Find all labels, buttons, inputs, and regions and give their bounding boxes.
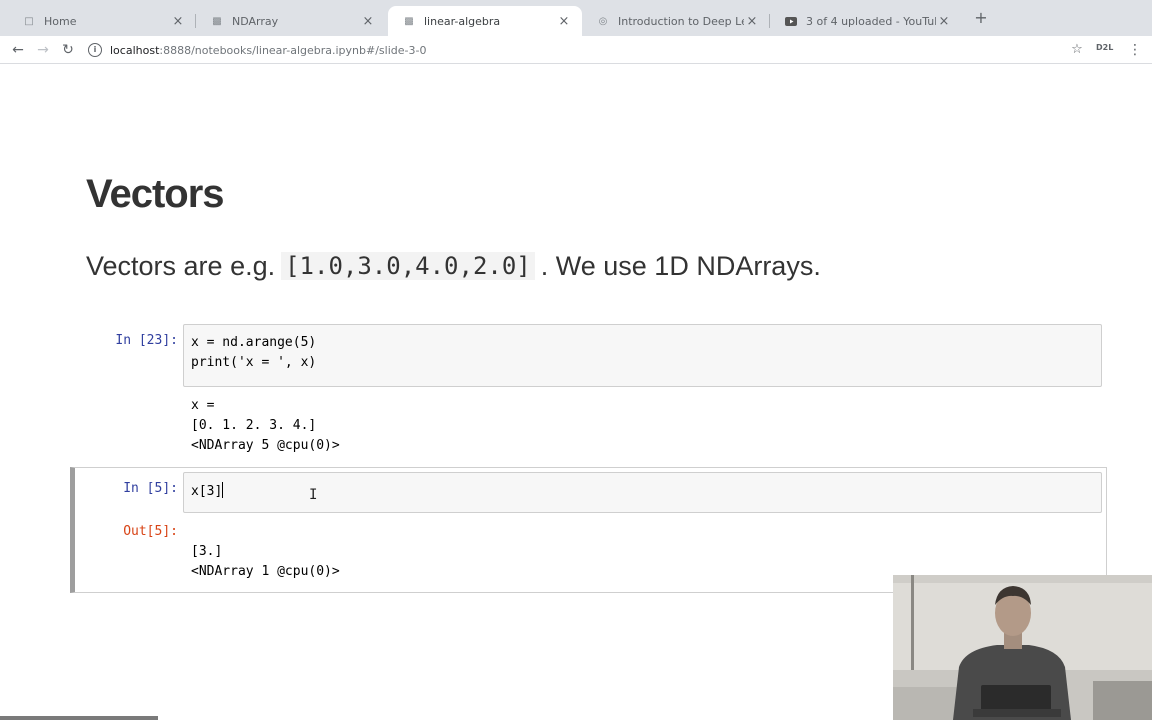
ibeam-cursor-icon: I — [309, 487, 318, 503]
tab-intro-deep-learning[interactable]: ◎ Introduction to Deep Learning × — [582, 6, 770, 36]
presenter-video-frame — [893, 575, 1152, 720]
browser-toolbar: ← → ↻ i localhost:8888/notebooks/linear-… — [0, 36, 1152, 64]
slide-lead-text: Vectors are e.g. [1.0,3.0,4.0,2.0] . We … — [86, 246, 821, 286]
slide-title: Vectors — [86, 172, 225, 216]
tab-title: linear-algebra — [424, 14, 501, 28]
close-icon[interactable]: × — [556, 14, 572, 29]
youtube-icon — [784, 14, 798, 28]
url-path: :8888/notebooks/linear-algebra.ipynb#/sl… — [159, 43, 427, 57]
notebook-icon: ▩ — [212, 15, 222, 27]
cell-output: [3.] <NDArray 1 @cpu(0)> — [191, 544, 340, 579]
tab-linear-algebra[interactable]: ▩ linear-algebra × — [388, 6, 582, 36]
tab-title: Home — [44, 14, 77, 28]
code-text[interactable]: x = nd.arange(5) print('x = ', x) — [191, 333, 316, 373]
close-icon[interactable]: × — [936, 14, 952, 29]
address-bar[interactable]: i localhost:8888/notebooks/linear-algebr… — [88, 38, 1088, 62]
info-icon[interactable]: i — [88, 43, 102, 57]
tab-home[interactable]: □ Home × — [8, 6, 196, 36]
lead-code: [1.0,3.0,4.0,2.0] — [281, 252, 535, 280]
new-tab-icon[interactable]: + — [972, 9, 990, 27]
lead-suffix: . We use 1D NDArrays. — [540, 250, 821, 281]
bookmark-star-icon[interactable]: ☆ — [1068, 40, 1086, 60]
notebook-icon: ▩ — [404, 15, 414, 27]
close-icon[interactable]: × — [170, 14, 186, 29]
tab-youtube[interactable]: 3 of 4 uploaded - YouTube × — [770, 6, 962, 36]
reload-icon[interactable]: ↻ — [58, 40, 78, 60]
input-prompt: In [23]: — [115, 333, 178, 348]
menu-icon[interactable]: ⋮ — [1128, 40, 1142, 60]
url-host: localhost — [110, 43, 160, 57]
tab-title: NDArray — [232, 14, 279, 28]
close-icon[interactable]: × — [360, 14, 376, 29]
close-icon[interactable]: × — [744, 14, 760, 29]
output-prompt: Out[5]: — [123, 524, 178, 539]
cell-output: x = [0. 1. 2. 3. 4.] <NDArray 5 @cpu(0)> — [191, 398, 340, 453]
browser-tab-strip: □ Home × ▩ NDArray × ▩ linear-algebra × … — [0, 0, 1152, 36]
tab-ndarray[interactable]: ▩ NDArray × — [196, 6, 386, 36]
d2l-extension-icon[interactable]: D2L — [1096, 43, 1113, 52]
code-text-value: x[3] — [191, 484, 223, 499]
horizontal-scrollbar[interactable] — [0, 716, 158, 720]
page-icon: □ — [24, 15, 34, 27]
back-icon[interactable]: ← — [8, 40, 28, 60]
code-input-area[interactable]: x[3] — [183, 472, 1102, 513]
globe-icon: ◎ — [598, 15, 608, 27]
tab-title: Introduction to Deep Learning — [618, 14, 744, 28]
tab-title: 3 of 4 uploaded - YouTube — [806, 14, 936, 28]
code-input-area[interactable]: x = nd.arange(5) print('x = ', x) — [183, 324, 1102, 387]
input-prompt: In [5]: — [123, 481, 178, 496]
code-text[interactable]: x[3] — [191, 482, 224, 502]
text-cursor — [222, 482, 224, 498]
forward-icon[interactable]: → — [33, 40, 53, 60]
lead-prefix: Vectors are e.g. — [86, 250, 276, 281]
webcam-overlay — [893, 575, 1152, 720]
